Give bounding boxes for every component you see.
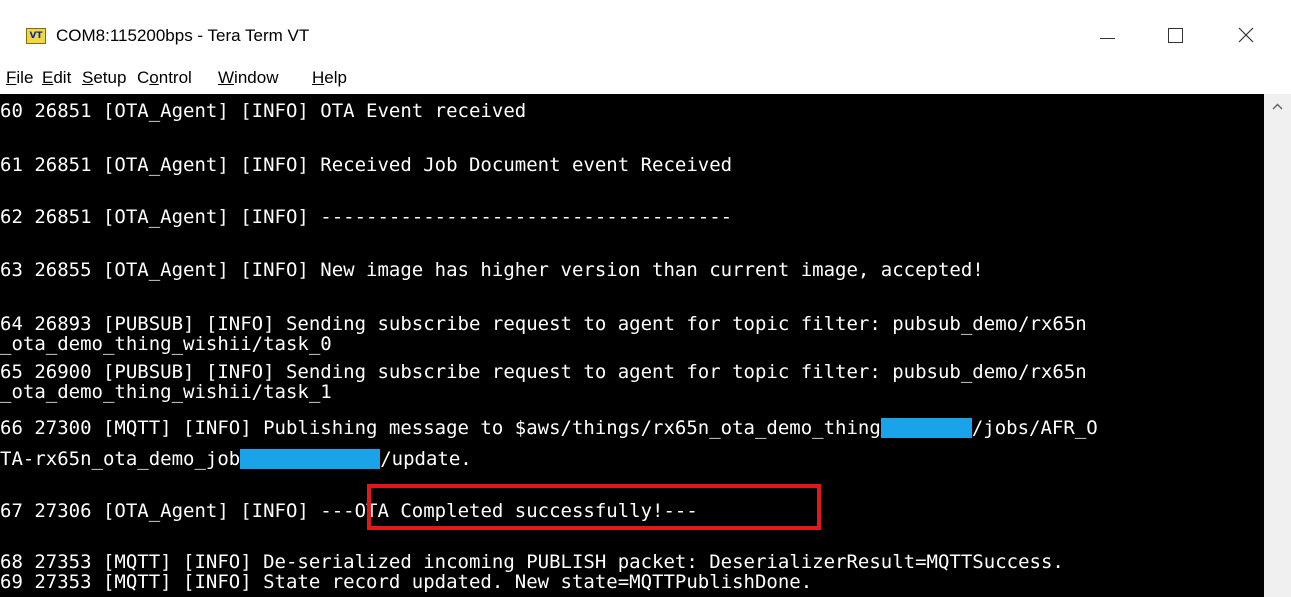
log-line-66-wrap-text: TA-rx65n_ota_demo_job (0, 448, 241, 470)
log-line-65-wrap: _ota_demo_thing_wishii/task_1 (0, 381, 332, 403)
log-line-65: 65 26900 [PUBSUB] [INFO] Sending subscri… (0, 361, 1087, 383)
log-line-68: 68 27353 [MQTT] [INFO] De-serialized inc… (0, 551, 1064, 573)
menu-edit[interactable]: Edit (42, 68, 71, 88)
log-line-66-text: 66 27300 [MQTT] [INFO] Publishing messag… (0, 417, 881, 439)
log-line-64-wrap: _ota_demo_thing_wishii/task_0 (0, 333, 332, 355)
menu-window-accel: W (218, 68, 235, 87)
menu-setup[interactable]: Setup (82, 68, 126, 88)
menu-window-label: indow (234, 68, 279, 87)
menu-help-label: elp (324, 68, 347, 87)
log-line-66-text-end: /jobs/AFR_O (971, 417, 1098, 439)
minimize-button[interactable] (1084, 14, 1130, 54)
menu-file-label: ile (16, 68, 34, 87)
scroll-up-button[interactable] (1264, 94, 1291, 118)
close-button[interactable] (1224, 14, 1270, 54)
menu-help-accel: H (312, 68, 325, 87)
redacted-block (880, 418, 972, 438)
menu-file-accel: F (6, 68, 17, 87)
menu-file[interactable]: File (6, 68, 33, 88)
menu-control-pre: C (137, 68, 150, 87)
menu-setup-accel: S (82, 68, 94, 87)
log-line-67-prefix: 67 27306 [OTA_Agent] [INFO] (0, 500, 321, 522)
log-line-61: 61 26851 [OTA_Agent] [INFO] Received Job… (0, 154, 733, 176)
terminal-output[interactable]: 60 26851 [OTA_Agent] [INFO] OTA Event re… (0, 94, 1264, 597)
menu-setup-label: etup (93, 68, 127, 87)
chevron-up-icon (1272, 103, 1283, 110)
menu-bar: File Edit Setup Control Window Help (0, 62, 1291, 94)
close-icon (1238, 27, 1254, 43)
log-line-69: 69 27353 [MQTT] [INFO] State record upda… (0, 571, 813, 593)
log-line-64: 64 26893 [PUBSUB] [INFO] Sending subscri… (0, 313, 1087, 335)
log-line-62: 62 26851 [OTA_Agent] [INFO] ------------… (0, 206, 733, 228)
menu-edit-label: dit (53, 68, 72, 87)
menu-edit-accel: E (42, 68, 54, 87)
log-line-66-wrap: TA-rx65n_ota_demo_job/update. (0, 449, 472, 469)
log-line-66: 66 27300 [MQTT] [INFO] Publishing messag… (0, 418, 1098, 438)
menu-control-label: ntrol (158, 68, 192, 87)
redacted-block (240, 449, 381, 469)
log-line-66-wrap-end: /update. (380, 448, 472, 470)
menu-control[interactable]: Control (137, 68, 192, 88)
maximize-button[interactable] (1154, 14, 1200, 54)
menu-help[interactable]: Help (312, 68, 347, 88)
highlight-box (367, 484, 821, 530)
log-line-60: 60 26851 [OTA_Agent] [INFO] OTA Event re… (0, 100, 527, 122)
title-bar: VT COM8:115200bps - Tera Term VT (0, 0, 1291, 62)
menu-window[interactable]: Window (218, 68, 278, 88)
log-line-63: 63 26855 [OTA_Agent] [INFO] New image ha… (0, 259, 984, 281)
vertical-scrollbar[interactable] (1264, 94, 1291, 597)
menu-control-accel: o (149, 68, 159, 87)
window-title: COM8:115200bps - Tera Term VT (56, 26, 310, 45)
tera-term-app-icon: VT (26, 28, 46, 44)
